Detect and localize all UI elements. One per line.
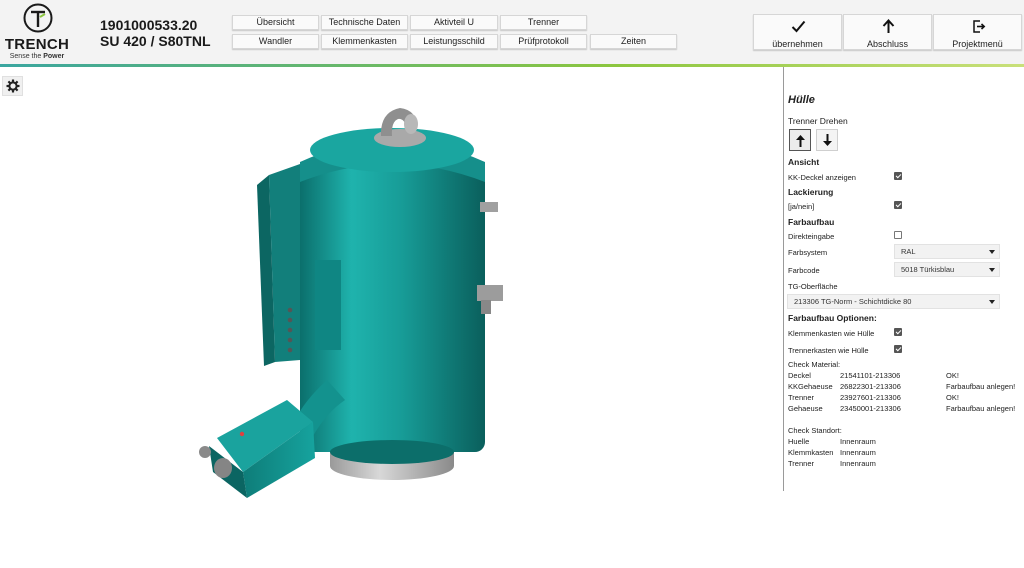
rotate-up-button[interactable] xyxy=(789,129,811,151)
arrow-up-icon xyxy=(796,135,805,147)
arrow-up-icon xyxy=(882,19,895,33)
tg-oberflaeche-select[interactable]: 213306 TG-Norm - Schichtdicke 80 xyxy=(787,294,1000,309)
rotate-label: Trenner Drehen xyxy=(788,116,848,126)
nav-pruefprotokoll-button[interactable]: Prüfprotokoll xyxy=(500,34,587,49)
table-cell: KKGehaeuse xyxy=(788,382,833,391)
table-cell: Innenraum xyxy=(840,459,876,468)
brand-tagline: Sense the Power xyxy=(9,53,65,60)
table-cell: Huelle xyxy=(788,437,810,446)
table-cell: Innenraum xyxy=(840,437,876,446)
gear-icon xyxy=(6,79,20,93)
table-cell: Deckel xyxy=(788,371,811,380)
nav-technische-daten-button[interactable]: Technische Daten xyxy=(321,15,408,30)
projektmenue-button[interactable]: Projektmenü xyxy=(933,14,1022,50)
chevron-down-icon xyxy=(989,300,995,304)
nav-wandler-button[interactable]: Wandler xyxy=(232,34,319,49)
nav-uebersicht-button[interactable]: Übersicht xyxy=(232,15,319,30)
abschluss-button[interactable]: Abschluss xyxy=(843,14,932,50)
panel-title: Hülle xyxy=(788,94,815,106)
status-text: OK! xyxy=(946,393,959,402)
table-cell: Innenraum xyxy=(840,448,876,457)
checkmark-icon xyxy=(791,20,806,33)
farbcode-label: Farbcode xyxy=(788,266,820,275)
table-cell: 23927601-213306 xyxy=(840,393,901,402)
klemmenkasten-wie-huelle-label: Klemmenkasten wie Hülle xyxy=(788,329,875,338)
rotate-down-button[interactable] xyxy=(816,129,838,151)
table-cell: 23450001-213306 xyxy=(840,404,901,413)
table-cell: Klemmkasten xyxy=(788,448,834,457)
chevron-down-icon xyxy=(989,250,995,254)
status-text: OK! xyxy=(946,371,959,380)
farbsystem-label: Farbsystem xyxy=(788,248,828,257)
farbsystem-select[interactable]: RAL xyxy=(894,244,1000,259)
transformer-3d-model[interactable] xyxy=(195,100,530,500)
farbcode-select[interactable]: 5018 Türkisblau xyxy=(894,262,1000,277)
check-standort-title: Check Standort: xyxy=(788,426,842,435)
table-cell: Trenner xyxy=(788,393,814,402)
uebernehmen-label: übernehmen xyxy=(772,39,823,49)
app-window: TRENCH Sense the Power 1901000533.20 SU … xyxy=(0,0,1024,568)
properties-panel: Hülle Trenner Drehen Ansicht KK-Deckel a… xyxy=(787,67,1024,491)
projektmenue-label: Projektmenü xyxy=(952,39,1003,49)
arrow-down-icon xyxy=(823,134,832,146)
direkteingabe-label: Direkteingabe xyxy=(788,232,835,241)
section-farbaufbau: Farbaufbau xyxy=(788,217,835,227)
klemmenkasten-wie-huelle-checkbox[interactable] xyxy=(894,328,902,336)
tg-oberflaeche-label: TG-Oberfläche xyxy=(788,282,838,291)
section-farbaufbau-optionen: Farbaufbau Optionen: xyxy=(788,313,877,323)
section-ansicht: Ansicht xyxy=(788,157,820,167)
table-cell: 21541101-213306 xyxy=(840,371,901,380)
table-cell: 26822301-213306 xyxy=(840,382,901,391)
table-cell: Gehaeuse xyxy=(788,404,823,413)
check-material-title: Check Material: xyxy=(788,360,841,369)
section-lackierung: Lackierung xyxy=(788,187,834,197)
header-bar: TRENCH Sense the Power 1901000533.20 SU … xyxy=(0,0,1024,64)
farbsystem-value: RAL xyxy=(901,247,916,256)
tg-oberflaeche-value: 213306 TG-Norm - Schichtdicke 80 xyxy=(794,297,912,306)
table-cell: Trenner xyxy=(788,459,814,468)
trench-logo: TRENCH Sense the Power xyxy=(4,3,70,61)
nav-aktivteil-button[interactable]: Aktivteil U xyxy=(410,15,498,30)
kk-deckel-checkbox[interactable] xyxy=(894,172,902,180)
direkteingabe-checkbox[interactable] xyxy=(894,231,902,239)
trennerkasten-wie-huelle-checkbox[interactable] xyxy=(894,345,902,353)
lackierung-checkbox[interactable] xyxy=(894,201,902,209)
nav-zeiten-button[interactable]: Zeiten xyxy=(590,34,677,49)
nav-trenner-button[interactable]: Trenner xyxy=(500,15,587,30)
panel-divider xyxy=(783,67,784,491)
viewer-settings-button[interactable] xyxy=(2,76,23,96)
kk-deckel-label: KK-Deckel anzeigen xyxy=(788,173,856,182)
status-text: Farbaufbau anlegen! xyxy=(946,382,1016,391)
uebernehmen-button[interactable]: übernehmen xyxy=(753,14,842,50)
exit-icon xyxy=(973,20,986,33)
order-model: SU 420 / S80TNL xyxy=(100,33,211,49)
brand-name: TRENCH xyxy=(4,36,70,53)
order-number: 1901000533.20 xyxy=(100,17,198,33)
nav-leistungsschild-button[interactable]: Leistungsschild xyxy=(410,34,498,49)
nav-klemmenkasten-button[interactable]: Klemmenkasten xyxy=(321,34,408,49)
trennerkasten-wie-huelle-label: Trennerkasten wie Hülle xyxy=(788,346,869,355)
abschluss-label: Abschluss xyxy=(866,39,909,49)
farbcode-value: 5018 Türkisblau xyxy=(901,265,955,274)
status-text: Farbaufbau anlegen! xyxy=(946,404,1016,413)
order-info: 1901000533.20 SU 420 / S80TNL xyxy=(100,17,211,49)
trench-logo-icon xyxy=(23,3,53,33)
ja-nein-label: [ja/nein] xyxy=(788,202,815,211)
chevron-down-icon xyxy=(989,268,995,272)
